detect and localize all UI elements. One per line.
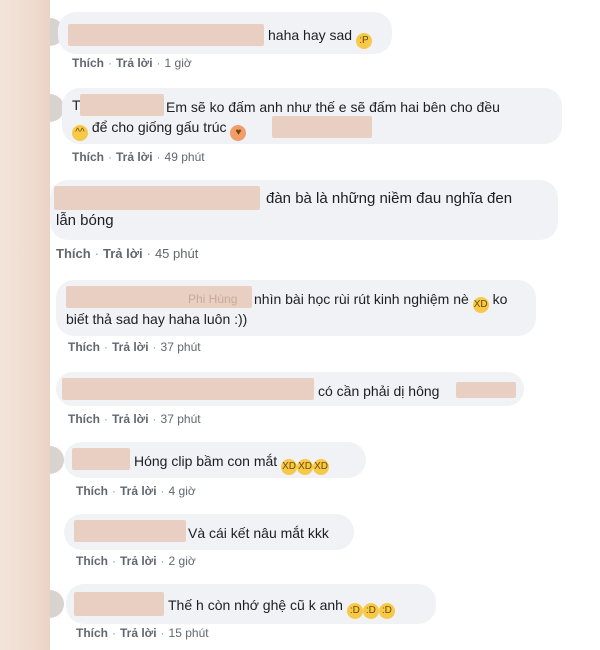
reply-link[interactable]: Trả lời [120, 626, 157, 640]
emoji-smile-icon: :D [378, 603, 395, 619]
redacted-name [80, 94, 164, 116]
timestamp[interactable]: 15 phút [169, 626, 209, 640]
like-link[interactable]: Thích [56, 246, 91, 261]
reply-link[interactable]: Trả lời [112, 412, 149, 426]
timestamp[interactable]: 49 phút [165, 150, 205, 164]
emoji-love-icon: ♥ [230, 125, 247, 141]
comment-actions: Thích · Trả lời · 45 phút [56, 246, 199, 261]
comment-text-line1: đàn bà là những niềm đau nghĩa đen [266, 190, 513, 207]
emoji-laugh-cry-icon: XD [297, 459, 314, 475]
like-link[interactable]: Thích [68, 412, 100, 426]
reply-link[interactable]: Trả lời [120, 484, 157, 498]
comment-actions: Thích · Trả lời · 1 giờ [72, 56, 192, 70]
emoji-smile-icon: :D [362, 603, 379, 619]
like-link[interactable]: Thích [72, 56, 104, 70]
reply-link[interactable]: Trả lời [116, 150, 153, 164]
like-link[interactable]: Thích [76, 484, 108, 498]
redacted-name [68, 24, 264, 46]
reply-link[interactable]: Trả lời [103, 246, 143, 261]
redacted-mention [456, 382, 516, 398]
comment-text-line1: nhìn bài học rùi rút kinh nghiệm nè XD k… [254, 290, 507, 313]
timestamp[interactable]: 4 giờ [169, 484, 196, 498]
emoji-laugh-cry-icon: XD [281, 459, 298, 475]
comment-text: Em sẽ ko đấm anh như thế e sẽ đấm hai bê… [166, 99, 500, 115]
comment-actions: Thích · Trả lời · 49 phút [72, 150, 205, 164]
comment-text-line2: lẫn bóng [56, 212, 114, 229]
reply-link[interactable]: Trả lời [112, 340, 149, 354]
like-link[interactable]: Thích [76, 626, 108, 640]
comment-actions: Thích · Trả lời · 37 phút [68, 412, 201, 426]
comment-text: Hóng clip bầm con mắt XD XD XD [134, 452, 330, 475]
blurred-left-edge [0, 0, 50, 650]
emoji-smile-icon: :D [346, 603, 363, 619]
comment-actions: Thích · Trả lời · 2 giờ [76, 554, 196, 568]
timestamp[interactable]: 37 phút [161, 340, 201, 354]
reply-link[interactable]: Trả lời [120, 554, 157, 568]
like-link[interactable]: Thích [76, 554, 108, 568]
avatar[interactable] [50, 446, 64, 474]
emoji-tongue-icon: :P [355, 33, 372, 49]
like-link[interactable]: Thích [68, 340, 100, 354]
timestamp[interactable]: 45 phút [155, 246, 198, 261]
timestamp[interactable]: 1 giờ [165, 56, 192, 70]
redacted-name [62, 378, 314, 400]
comment-actions: Thích · Trả lời · 15 phút [76, 626, 209, 640]
comment-text: haha hay sad :P [268, 26, 372, 49]
reply-link[interactable]: Trả lời [116, 56, 153, 70]
comment-text-line2: biết thả sad hay haha luôn :)) [66, 311, 248, 327]
comment-actions: Thích · Trả lời · 37 phút [68, 340, 201, 354]
comment-text: có cần phải dị hông [318, 383, 440, 399]
redacted-name [54, 186, 260, 210]
redacted-name [74, 592, 164, 616]
commenter-name-partial[interactable]: Phi Hùng [188, 290, 237, 308]
emoji-grin-icon: ^^ [72, 125, 88, 141]
comment-text: Và cái kết nâu mắt kkk [188, 525, 329, 541]
avatar[interactable] [50, 590, 64, 618]
timestamp[interactable]: 2 giờ [169, 554, 196, 568]
timestamp[interactable]: 37 phút [161, 412, 201, 426]
redacted-name [72, 448, 130, 470]
comment-text: Thế h còn nhớ ghệ cũ k anh :D:D:D [168, 596, 395, 619]
comment-text-line2: ^^ để cho giống gấu trúc ♥ [72, 118, 247, 141]
like-link[interactable]: Thích [72, 150, 104, 164]
redacted-tag [272, 116, 372, 138]
comment-actions: Thích · Trả lời · 4 giờ [76, 484, 196, 498]
emoji-laugh-cry-icon: XD [472, 297, 489, 313]
redacted-name [74, 520, 186, 542]
emoji-laugh-cry-icon: XD [313, 459, 330, 475]
